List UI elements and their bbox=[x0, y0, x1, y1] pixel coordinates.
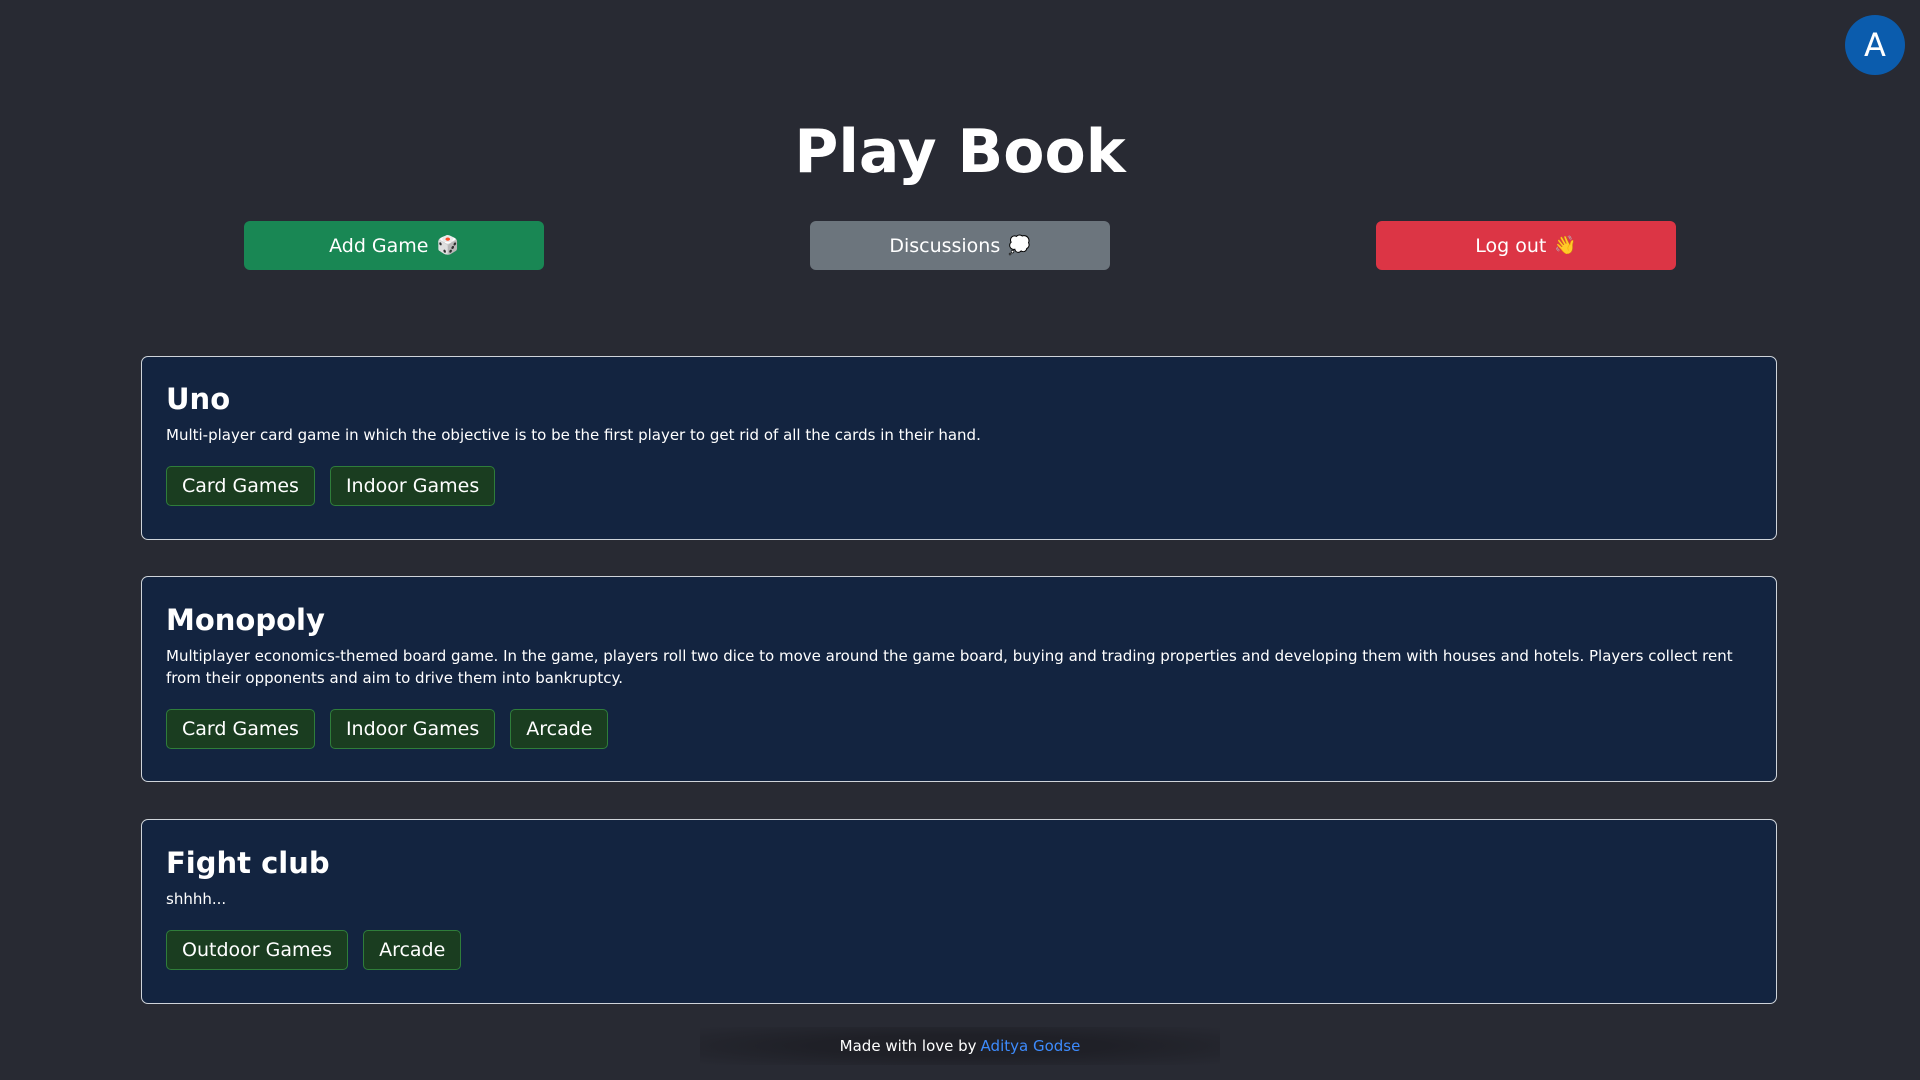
waving-hand-icon: 👋 bbox=[1554, 235, 1577, 256]
tag-chip[interactable]: Card Games bbox=[166, 466, 315, 506]
game-description: Multi-player card game in which the obje… bbox=[166, 426, 981, 444]
tag-chip[interactable]: Indoor Games bbox=[329, 466, 496, 506]
game-card: Fight club shhhh... Outdoor Games Arcade bbox=[141, 819, 1777, 1004]
game-title: Monopoly bbox=[166, 603, 325, 637]
tag-list: Outdoor Games Arcade bbox=[166, 930, 1752, 970]
add-game-button[interactable]: Add Game 🎲 bbox=[244, 221, 544, 270]
tag-chip[interactable]: Outdoor Games bbox=[166, 930, 349, 970]
footer-text: Made with love by bbox=[839, 1037, 977, 1055]
logout-button[interactable]: Log out 👋 bbox=[1376, 221, 1676, 270]
logout-label: Log out bbox=[1475, 234, 1547, 257]
tag-chip[interactable]: Arcade bbox=[510, 709, 609, 749]
discussions-button[interactable]: Discussions 💭 bbox=[810, 221, 1110, 270]
tag-chip[interactable]: Arcade bbox=[363, 930, 462, 970]
game-title: Fight club bbox=[166, 846, 330, 880]
tag-list: Card Games Indoor Games Arcade bbox=[166, 709, 1752, 749]
author-link[interactable]: Aditya Godse bbox=[981, 1037, 1081, 1055]
page: A Play Book Add Game 🎲 Discussions 💭 Log… bbox=[0, 0, 1920, 1080]
game-card: Uno Multi-player card game in which the … bbox=[141, 356, 1777, 540]
tag-list: Card Games Indoor Games bbox=[166, 466, 1752, 506]
dice-icon: 🎲 bbox=[436, 235, 459, 256]
user-avatar[interactable]: A bbox=[1845, 15, 1905, 75]
page-title: Play Book bbox=[794, 117, 1126, 187]
footer: Made with love by Aditya Godse bbox=[700, 1027, 1220, 1065]
thought-bubble-icon: 💭 bbox=[1008, 235, 1031, 256]
game-description: Multiplayer economics-themed board game.… bbox=[166, 647, 1733, 687]
tag-chip[interactable]: Card Games bbox=[166, 709, 315, 749]
discussions-label: Discussions bbox=[889, 234, 1001, 257]
game-card: Monopoly Multiplayer economics-themed bo… bbox=[141, 576, 1777, 782]
game-description: shhhh... bbox=[166, 890, 227, 908]
game-title: Uno bbox=[166, 382, 231, 416]
avatar-initial: A bbox=[1864, 26, 1886, 64]
tag-chip[interactable]: Indoor Games bbox=[329, 709, 496, 749]
add-game-label: Add Game bbox=[329, 234, 429, 257]
